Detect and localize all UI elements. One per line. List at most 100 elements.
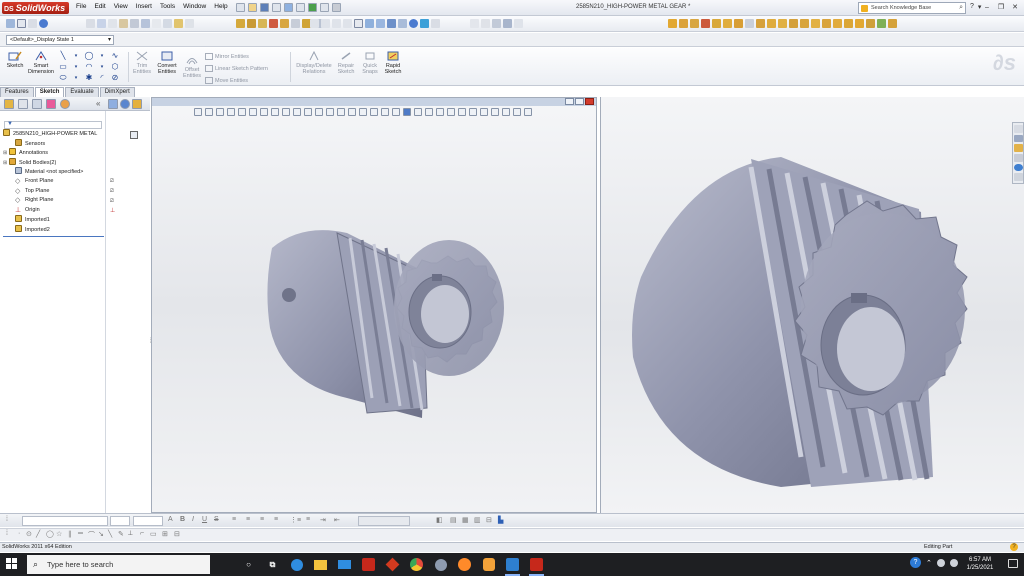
line-icon[interactable]: ╱ <box>36 530 40 538</box>
shaded-edges-icon[interactable] <box>503 19 512 28</box>
display-delete-relations-button[interactable]: Display/Delete Relations <box>294 50 334 75</box>
restore-icon[interactable]: ❐ <box>995 2 1007 13</box>
menu-view[interactable]: View <box>114 3 128 10</box>
horizontal-icon[interactable]: ═ <box>78 530 83 537</box>
zoom-fit-icon[interactable] <box>310 19 319 28</box>
curves-icon[interactable] <box>756 19 765 28</box>
point-icon[interactable]: ✱ <box>84 74 94 82</box>
bom-icon[interactable] <box>701 19 710 28</box>
tab-evaluate[interactable]: Evaluate <box>65 87 99 97</box>
tree-root[interactable]: 2585N210_HIGH-POWER METAL <box>3 129 105 139</box>
dropdown-icon[interactable]: ▾ <box>97 63 107 71</box>
justify-icon[interactable]: ≡ <box>274 516 278 523</box>
circle-icon[interactable]: ⊙ <box>26 530 32 538</box>
search-icon[interactable]: ⌕ <box>959 3 963 13</box>
menu-file[interactable]: File <box>76 3 86 10</box>
arrow-icon[interactable] <box>185 19 194 28</box>
move-entities-button[interactable]: Move Entities <box>205 77 248 84</box>
outdent-icon[interactable]: ⇤ <box>334 516 340 524</box>
assembly-icon[interactable] <box>668 19 677 28</box>
hide-icon[interactable]: ⧄ <box>110 178 114 185</box>
search-input[interactable]: Search Knowledge Base ⌕ <box>858 2 966 14</box>
fillet-icon[interactable] <box>280 19 289 28</box>
tangent-icon[interactable]: ↘ <box>98 530 104 538</box>
repair-sketch-button[interactable]: Repair Sketch <box>334 50 358 75</box>
sweep-icon[interactable] <box>258 19 267 28</box>
add-ins-icon[interactable] <box>888 19 897 28</box>
graphics-viewport-right[interactable] <box>600 97 1024 513</box>
chevron-up-icon[interactable]: ⌃ <box>926 559 932 567</box>
col-appearance-icon[interactable] <box>120 99 130 109</box>
help-icon[interactable]: ? <box>1010 543 1018 551</box>
pan-icon[interactable] <box>332 19 341 28</box>
pencil-icon[interactable]: ✎ <box>118 530 124 538</box>
view-palette-icon[interactable] <box>1014 154 1023 162</box>
firefox-icon[interactable] <box>456 556 473 573</box>
hidden-lines-icon[interactable] <box>481 19 490 28</box>
col-view-icon[interactable] <box>108 99 118 109</box>
tree-item-front-plane[interactable]: ◇ Front Plane <box>3 177 105 187</box>
solidworks-active-icon[interactable] <box>528 556 545 576</box>
task-switcher-icon[interactable]: ⧉ <box>264 556 281 573</box>
mass-props-icon[interactable] <box>141 19 150 28</box>
gear-model-large[interactable] <box>601 97 1024 513</box>
hole-icon[interactable] <box>130 19 139 28</box>
tree-item-material[interactable]: Material <not specified> <box>3 167 105 177</box>
arc-icon[interactable]: ◠ <box>84 63 94 71</box>
line-icon[interactable]: ╲ <box>58 52 68 60</box>
taskbar-search-input[interactable]: ⌕ Type here to search <box>27 555 210 574</box>
font-select[interactable] <box>22 516 108 526</box>
rollback-bar[interactable] <box>3 236 104 237</box>
gear-model-small[interactable] <box>152 98 597 513</box>
select-arrow-icon[interactable] <box>17 19 26 28</box>
undo-icon[interactable] <box>284 3 293 12</box>
edge-icon[interactable] <box>288 556 305 573</box>
rapid-sketch-button[interactable]: Rapid Sketch <box>382 50 404 75</box>
save-icon[interactable] <box>260 3 269 12</box>
convert-entities-button[interactable]: Convert Entities <box>154 50 180 75</box>
close-icon[interactable]: ✕ <box>1009 2 1021 13</box>
solidworks-logo[interactable]: DS SolidWorks <box>2 2 70 14</box>
tree-item-right-plane[interactable]: ◇ Right Plane <box>3 196 105 206</box>
app-a-icon[interactable] <box>504 556 521 576</box>
appearance-icon[interactable] <box>39 19 48 28</box>
rotate-view-icon[interactable] <box>343 19 352 28</box>
perpendicular-icon[interactable]: ⟂ <box>128 530 133 538</box>
motion-icon[interactable] <box>800 19 809 28</box>
display-state-checkbox[interactable] <box>130 131 138 139</box>
dropdown-icon[interactable]: ▾ <box>71 52 81 60</box>
origin-visibility-icon[interactable]: ⊥ <box>110 207 115 214</box>
border-icon[interactable]: ▦ <box>462 516 469 524</box>
view-settings-icon[interactable] <box>431 19 440 28</box>
sum-icon[interactable] <box>152 19 161 28</box>
bold-icon[interactable]: A <box>168 516 173 523</box>
arc-icon[interactable]: ⌒ <box>88 530 95 540</box>
menu-help[interactable]: Help <box>214 3 227 10</box>
volume-icon[interactable] <box>949 558 958 567</box>
linear-sketch-pattern-button[interactable]: Linear Sketch Pattern <box>205 65 268 72</box>
dropdown-icon[interactable]: ▾ <box>71 74 81 82</box>
resources-icon[interactable] <box>1014 125 1023 133</box>
task-view-icon[interactable]: ○ <box>240 556 257 573</box>
chevron-double-left-icon[interactable]: « <box>96 99 100 108</box>
tree-item-annotations[interactable]: ⊞ Annotations <box>3 148 105 158</box>
routing-icon[interactable] <box>844 19 853 28</box>
toolbox-icon[interactable] <box>778 19 787 28</box>
leader-icon[interactable]: ▙ <box>498 516 503 524</box>
rectangle-icon[interactable]: ▭ <box>150 530 157 538</box>
feature-tree-icon[interactable] <box>4 99 14 109</box>
bullets-icon[interactable]: ⋮≡ <box>290 516 301 524</box>
edit-appearance-icon[interactable] <box>409 19 418 28</box>
circle-icon[interactable]: ◯ <box>84 52 94 60</box>
sketch-tool-icon[interactable] <box>86 19 95 28</box>
dropdown-icon[interactable]: ▾ <box>71 63 81 71</box>
photoview-icon[interactable] <box>811 19 820 28</box>
align-center-icon[interactable]: ≡ <box>246 516 250 523</box>
display-manager-icon[interactable] <box>60 99 70 109</box>
align-right-icon[interactable]: ≡ <box>260 516 264 523</box>
circle-outline-icon[interactable]: ◯ <box>46 530 54 538</box>
part-icon[interactable] <box>679 19 688 28</box>
tree-item-imported1[interactable]: Imported1 <box>3 215 105 225</box>
notifications-icon[interactable] <box>1008 559 1018 568</box>
table-icon[interactable] <box>108 19 117 28</box>
